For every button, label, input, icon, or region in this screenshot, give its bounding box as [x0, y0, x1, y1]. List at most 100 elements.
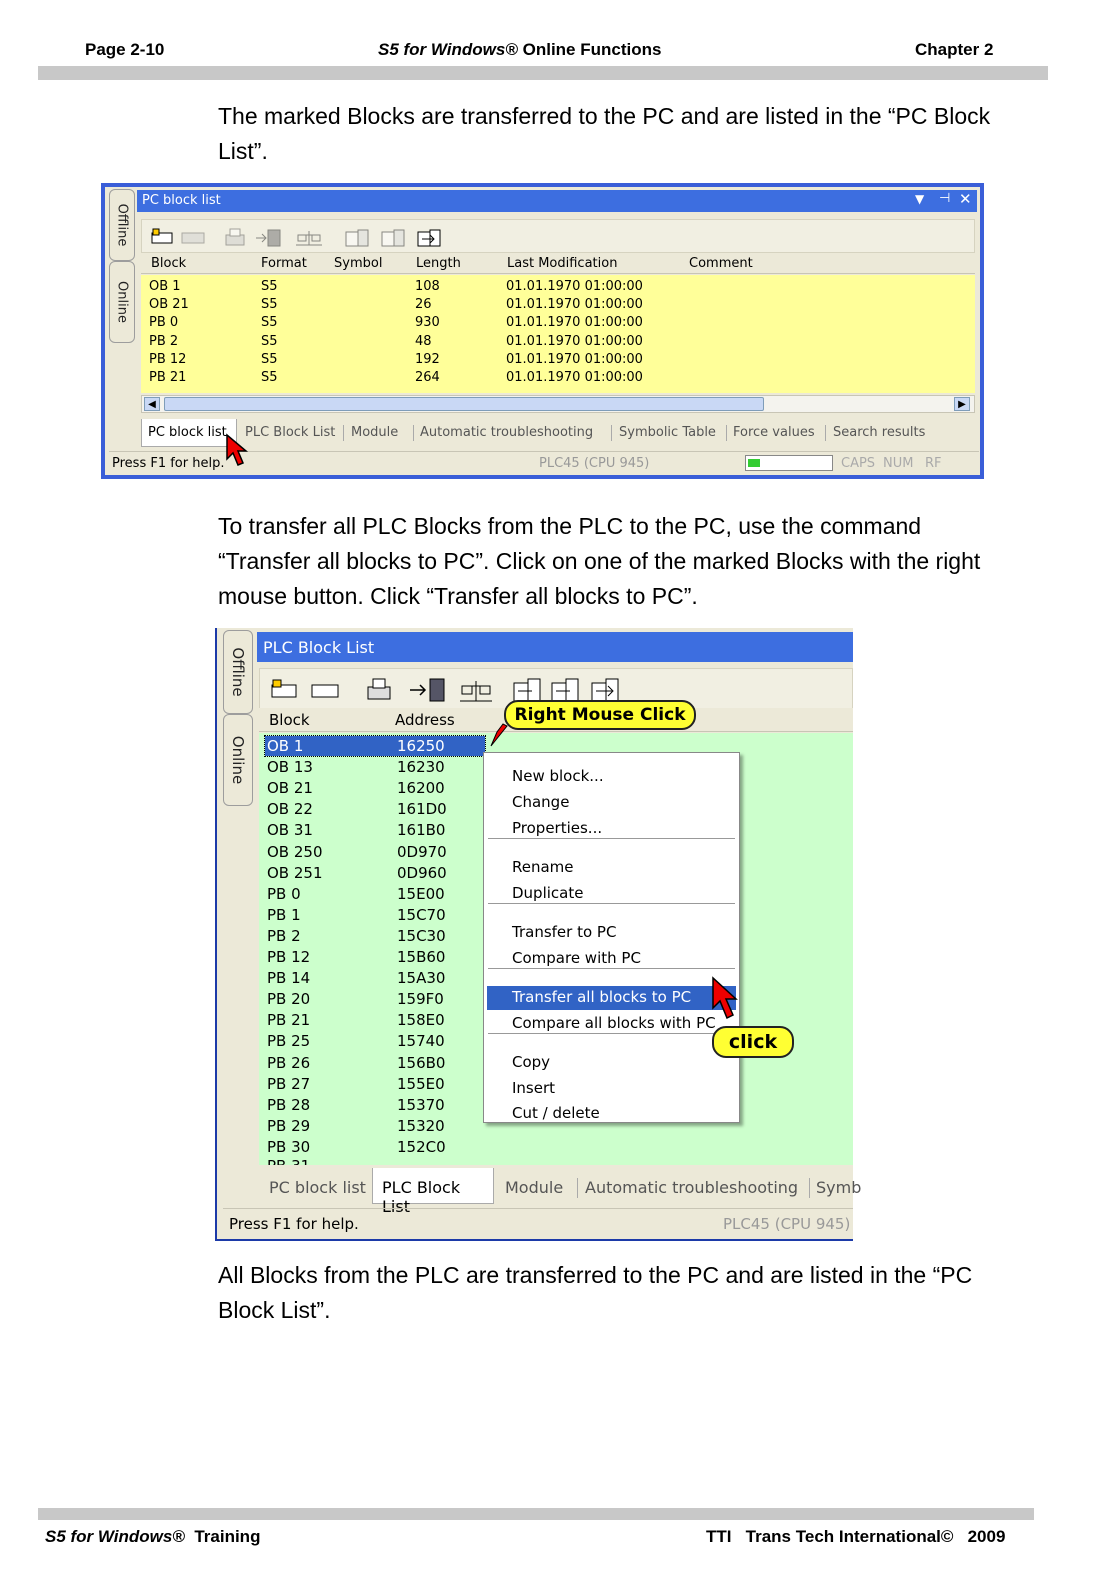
cell-length: 48 — [415, 333, 432, 349]
scroll-right-icon[interactable]: ▶ — [954, 397, 970, 411]
mouse-cursor-icon — [712, 976, 738, 1020]
menu-item-compare-all-blocks-with-pc[interactable]: Compare all blocks with PC — [512, 1014, 716, 1032]
tab-symbolic-table[interactable]: Symbolic Table — [619, 425, 716, 440]
new-block-icon — [151, 228, 173, 244]
col-symbol[interactable]: Symbol — [334, 256, 382, 271]
cell-block: PB 0 — [267, 884, 301, 903]
side-tab-online[interactable]: Online — [109, 261, 135, 343]
menu-separator — [488, 1033, 735, 1034]
table-row[interactable]: OB 250 0D970 — [265, 842, 485, 862]
cell-address: 15C70 — [397, 905, 446, 924]
col-comment[interactable]: Comment — [689, 256, 753, 271]
tab-automatic-troubleshooting[interactable]: Automatic troubleshooting — [585, 1178, 798, 1197]
table-row[interactable]: PB 1 15C70 — [265, 905, 485, 925]
menu-item-cut-delete[interactable]: Cut / delete — [512, 1104, 600, 1122]
menu-separator — [488, 903, 735, 904]
menu-item-new-block[interactable]: New block... — [512, 767, 604, 785]
table-row[interactable]: PB 29 15320 — [265, 1116, 485, 1136]
menu-item-transfer-all-blocks-to-pc[interactable]: Transfer all blocks to PC — [512, 988, 691, 1006]
table-row[interactable]: OB 21 16200 — [265, 778, 485, 798]
table-row[interactable]: PB 25 15740 — [265, 1031, 485, 1051]
table-row[interactable]: PB 2 S5 48 01.01.1970 01:00:00 — [141, 334, 975, 352]
table-row[interactable]: PB 30 152C0 — [265, 1137, 485, 1157]
cell-format: S5 — [261, 370, 278, 385]
table-row[interactable]: OB 1 16250 — [264, 735, 486, 757]
cell-block: PB 30 — [267, 1137, 311, 1156]
table-row[interactable]: OB 13 16230 — [265, 757, 485, 777]
table-row[interactable]: PB 21 S5 264 01.01.1970 01:00:00 — [141, 370, 975, 388]
table-row[interactable]: PB 27 155E0 — [265, 1074, 485, 1094]
table-row[interactable]: OB 31 161B0 — [265, 820, 485, 840]
table-row[interactable]: OB 22 161D0 — [265, 799, 485, 819]
cell-length: 192 — [415, 351, 440, 367]
cell-format: S5 — [261, 297, 278, 313]
paragraph-3: All Blocks from the PLC are transferred … — [218, 1262, 973, 1323]
cell-block: PB 26 — [267, 1053, 311, 1072]
menu-item-transfer-to-pc[interactable]: Transfer to PC — [512, 923, 616, 941]
menu-item-rename[interactable]: Rename — [512, 858, 574, 876]
table-row[interactable]: OB 251 0D960 — [265, 863, 485, 883]
transfer-all-icon — [417, 229, 441, 247]
transfer-all-icon — [591, 678, 619, 702]
table-row[interactable]: PB 12 S5 192 01.01.1970 01:00:00 — [141, 352, 975, 370]
tab-pc-block-list[interactable]: PC block list — [269, 1178, 366, 1197]
tab-module[interactable]: Module — [505, 1178, 563, 1197]
transfer-to-pc-icon — [381, 229, 405, 247]
close-icon[interactable]: ✕ — [959, 190, 972, 208]
table-row[interactable]: PB 20 159F0 — [265, 989, 485, 1009]
table-row[interactable]: PB 14 15A30 — [265, 968, 485, 988]
tab-plc-block-list[interactable]: PLC Block List — [372, 1168, 494, 1216]
side-tab-offline[interactable]: Offline — [223, 630, 253, 714]
col-address[interactable]: Address — [395, 711, 455, 729]
table-row[interactable]: PB 12 15B60 — [265, 947, 485, 967]
table-row[interactable]: PB 0 S5 930 01.01.1970 01:00:00 — [141, 315, 975, 333]
table-row[interactable]: OB 21 S5 26 01.01.1970 01:00:00 — [141, 297, 975, 315]
menu-item-compare-with-pc[interactable]: Compare with PC — [512, 949, 641, 967]
cell-modified: 01.01.1970 01:00:00 — [506, 315, 643, 331]
col-length[interactable]: Length — [416, 256, 461, 271]
compare-icon — [460, 681, 492, 702]
cell-address: 158E0 — [397, 1011, 445, 1030]
col-block[interactable]: Block — [269, 711, 310, 729]
dropdown-icon[interactable]: ▼ — [915, 192, 924, 206]
cell-address: 156B0 — [397, 1053, 446, 1072]
menu-separator — [488, 968, 735, 969]
footer-rule — [38, 1508, 1034, 1520]
footer-right: TTI Trans Tech International© 2009 — [706, 1527, 1006, 1546]
table-row[interactable]: OB 1 S5 108 01.01.1970 01:00:00 — [141, 279, 975, 297]
col-block[interactable]: Block — [151, 256, 186, 271]
menu-item-change[interactable]: Change — [512, 793, 569, 811]
cell-length: 26 — [415, 297, 432, 313]
tab-plc-block-list[interactable]: PLC Block List — [245, 425, 335, 440]
table-row[interactable]: PB 2 15C30 — [265, 926, 485, 946]
pin-icon[interactable]: ⊣ — [939, 191, 950, 206]
cell-block: PB 27 — [267, 1074, 311, 1093]
menu-item-insert[interactable]: Insert — [512, 1079, 555, 1097]
menu-item-duplicate[interactable]: Duplicate — [512, 884, 583, 902]
col-last-modification[interactable]: Last Modification — [507, 256, 617, 271]
scroll-left-icon[interactable]: ◀ — [144, 397, 160, 411]
side-tab-offline[interactable]: Offline — [109, 189, 135, 261]
tab-symbolic-table[interactable]: Symb — [816, 1178, 861, 1197]
table-row[interactable]: PB 28 15370 — [265, 1095, 485, 1115]
tab-module[interactable]: Module — [351, 425, 398, 440]
cell-address: 152C0 — [397, 1137, 446, 1156]
menu-item-copy[interactable]: Copy — [512, 1053, 550, 1071]
horizontal-scrollbar[interactable]: ◀ ▶ — [141, 395, 975, 413]
menu-item-properties[interactable]: Properties... — [512, 819, 602, 837]
tab-automatic-troubleshooting[interactable]: Automatic troubleshooting — [420, 425, 593, 440]
scroll-thumb[interactable] — [164, 397, 764, 411]
tab-force-values[interactable]: Force values — [733, 425, 815, 440]
cell-address: 0D960 — [397, 863, 447, 882]
cell-block: OB 251 — [267, 863, 323, 882]
tab-search-results[interactable]: Search results — [833, 425, 925, 440]
table-row[interactable]: PB 26 156B0 — [265, 1053, 485, 1073]
table-row[interactable]: PB 21 158E0 — [265, 1010, 485, 1030]
transfer-to-plc-icon — [513, 678, 541, 702]
panel-title-bar: PLC Block List — [257, 632, 853, 662]
tab-pc-block-list[interactable]: PC block list — [141, 419, 237, 447]
table-row[interactable]: PB 0 15E00 — [265, 884, 485, 904]
status-plc: PLC45 (CPU 945) — [723, 1215, 851, 1233]
side-tab-online[interactable]: Online — [223, 714, 253, 806]
col-format[interactable]: Format — [261, 256, 307, 271]
